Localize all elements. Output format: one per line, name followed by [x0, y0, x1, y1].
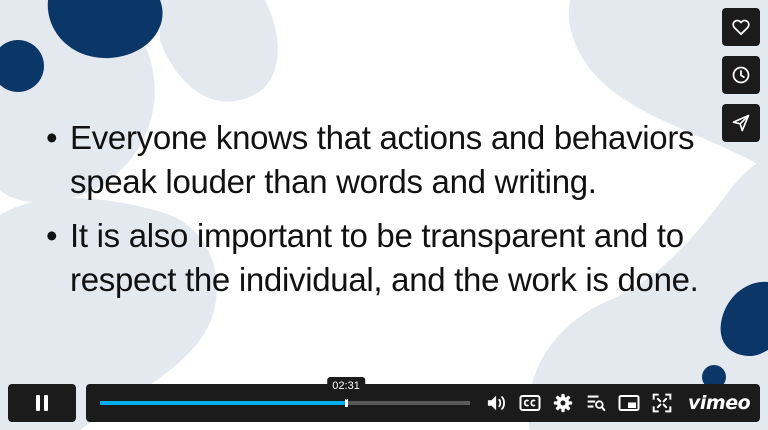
slide-bullet: • Everyone knows that actions and behavi… — [46, 116, 706, 204]
progress-played — [100, 401, 347, 405]
watch-later-button[interactable] — [722, 56, 760, 94]
like-button[interactable] — [722, 8, 760, 46]
control-icons: vimeo — [480, 384, 751, 422]
heart-icon — [732, 19, 750, 35]
player-controls: 02:31 vimeo — [8, 377, 760, 422]
hover-time-tooltip: 02:31 — [327, 377, 365, 400]
fullscreen-icon — [652, 393, 671, 413]
pause-button[interactable] — [8, 384, 76, 422]
slide-bullet: • It is also important to be transparent… — [46, 214, 706, 302]
captions-button[interactable] — [513, 384, 546, 422]
settings-button[interactable] — [546, 384, 579, 422]
bullet-text: Everyone knows that actions and behavior… — [70, 119, 695, 200]
slide-bullet-list: • Everyone knows that actions and behavi… — [46, 116, 706, 312]
fullscreen-button[interactable] — [645, 384, 678, 422]
chapters-icon — [587, 395, 605, 412]
closed-captions-icon — [519, 395, 540, 411]
bullet-text: It is also important to be transparent a… — [70, 217, 699, 298]
video-player[interactable]: • Everyone knows that actions and behavi… — [0, 0, 768, 430]
share-button[interactable] — [722, 104, 760, 142]
clock-icon — [732, 66, 750, 84]
picture-in-picture-button[interactable] — [612, 384, 645, 422]
control-bar: 02:31 vimeo — [86, 377, 760, 422]
progress-playhead[interactable] — [345, 399, 349, 407]
picture-in-picture-icon — [618, 395, 639, 411]
side-action-buttons — [722, 8, 760, 142]
settings-gear-icon — [553, 393, 572, 413]
chapters-button[interactable] — [579, 384, 612, 422]
volume-button[interactable] — [480, 384, 513, 422]
bg-shape-top-center — [160, 0, 278, 102]
bullet-dot: • — [46, 217, 58, 254]
volume-icon — [487, 395, 505, 411]
bullet-dot: • — [46, 119, 58, 156]
pause-icon — [36, 395, 48, 411]
vimeo-logo-link[interactable]: vimeo — [688, 392, 751, 414]
progress-bar[interactable]: 02:31 — [100, 377, 470, 407]
paper-plane-icon — [732, 114, 750, 132]
